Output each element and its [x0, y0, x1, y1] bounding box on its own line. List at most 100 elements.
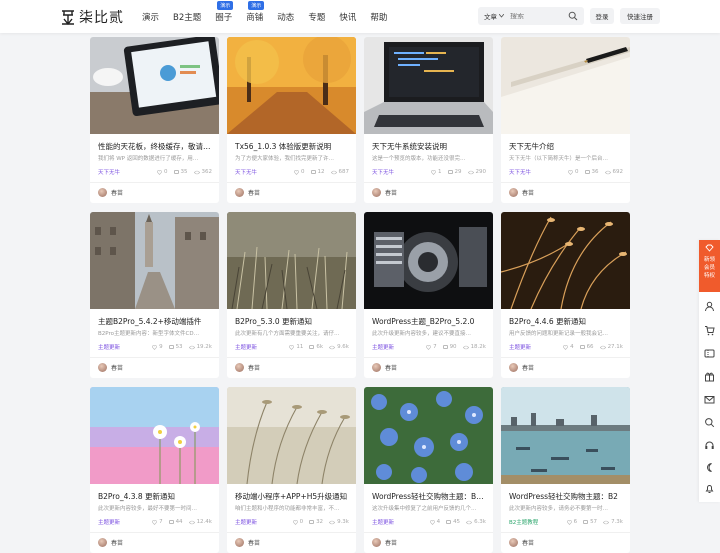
- post-title[interactable]: 天下无牛介绍: [509, 141, 623, 152]
- user-icon[interactable]: [704, 301, 715, 312]
- heart-icon: [294, 169, 299, 175]
- post-category[interactable]: 主题更新: [235, 518, 287, 526]
- post-author[interactable]: 春苗: [235, 188, 260, 197]
- post-card[interactable]: 性能的天花板，终极缓存，敬请期待！ 我们将 WP 返回的数据进行了缓存，用… 天…: [90, 37, 219, 203]
- nav-item-news-feed[interactable]: 动态: [277, 11, 294, 23]
- post-thumbnail[interactable]: [227, 387, 356, 484]
- post-thumbnail[interactable]: [90, 212, 219, 309]
- moon-icon[interactable]: [704, 462, 715, 473]
- post-card[interactable]: 主题B2Pro_5.4.2+移动端插件 B2Pro主题更新内容：新型字体文件CD…: [90, 212, 219, 378]
- eye-icon: [330, 170, 337, 174]
- post-thumbnail[interactable]: [501, 387, 630, 484]
- avatar[interactable]: [235, 188, 244, 197]
- post-author[interactable]: 春苗: [509, 363, 534, 372]
- post-card[interactable]: B2Pro_4.4.6 更新通知 用户反馈的问题和更新记录一般我会记… 主题更新…: [501, 212, 630, 378]
- mail-icon[interactable]: [704, 394, 715, 405]
- post-thumbnail[interactable]: [364, 387, 493, 484]
- nav-item-b2-theme[interactable]: B2主题: [173, 11, 201, 23]
- like-count-value: 0: [575, 169, 579, 175]
- post-category[interactable]: 天下无牛: [372, 168, 425, 176]
- post-card[interactable]: WordPress轻社交购物主题：B2Pro 这次升级集中修复了之前用户反馈的几…: [364, 387, 493, 553]
- post-title[interactable]: WordPress轻社交购物主题：B2: [509, 491, 623, 502]
- register-button[interactable]: 快速注册: [620, 8, 660, 24]
- search-type-select[interactable]: 文章: [478, 11, 510, 21]
- post-thumbnail[interactable]: [90, 37, 219, 134]
- post-thumbnail[interactable]: [90, 387, 219, 484]
- post-author[interactable]: 春苗: [509, 188, 534, 197]
- post-category[interactable]: B2主题教程: [509, 518, 561, 526]
- search-input[interactable]: [510, 12, 560, 20]
- login-button[interactable]: 登录: [590, 8, 614, 24]
- post-author[interactable]: 春苗: [372, 538, 397, 547]
- avatar[interactable]: [235, 538, 244, 547]
- nav-item-demo[interactable]: 演示: [142, 11, 159, 23]
- post-title[interactable]: B2Pro_5.3.0 更新通知: [235, 316, 349, 327]
- site-logo[interactable]: 柒比贰: [60, 7, 124, 27]
- headset-icon[interactable]: [704, 440, 715, 451]
- post-thumbnail[interactable]: [501, 212, 630, 309]
- post-title[interactable]: 性能的天花板，终极缓存，敬请期待！: [98, 141, 212, 152]
- post-author[interactable]: 春苗: [509, 538, 534, 547]
- avatar[interactable]: [509, 538, 518, 547]
- post-title[interactable]: Tx56_1.0.3 体验版更新说明: [235, 141, 349, 152]
- post-category[interactable]: 天下无牛: [98, 168, 151, 176]
- post-author[interactable]: 春苗: [98, 538, 123, 547]
- post-category[interactable]: 主题更新: [235, 343, 283, 351]
- avatar[interactable]: [372, 188, 381, 197]
- post-category[interactable]: 主题更新: [509, 343, 557, 351]
- avatar[interactable]: [235, 363, 244, 372]
- avatar[interactable]: [372, 538, 381, 547]
- post-thumbnail[interactable]: [364, 212, 493, 309]
- post-card[interactable]: 天下无牛系统安装说明 这是一个预览的版本，功能还没很完… 天下无牛 1 29 2…: [364, 37, 493, 203]
- nav-item-help[interactable]: 帮助: [370, 11, 387, 23]
- post-thumbnail[interactable]: [501, 37, 630, 134]
- vip-promo-button[interactable]: 新领会员特权: [699, 240, 720, 292]
- post-author[interactable]: 春苗: [98, 363, 123, 372]
- nav-item-circle[interactable]: 演示 圈子: [215, 0, 234, 23]
- avatar[interactable]: [98, 188, 107, 197]
- avatar[interactable]: [509, 363, 518, 372]
- post-thumbnail[interactable]: [364, 37, 493, 134]
- post-category[interactable]: 天下无牛: [235, 168, 288, 176]
- post-category[interactable]: 主题更新: [98, 518, 146, 526]
- gift-icon[interactable]: [704, 371, 715, 382]
- post-category[interactable]: 主题更新: [372, 343, 420, 351]
- post-author[interactable]: 春苗: [235, 363, 260, 372]
- search-icon[interactable]: [568, 11, 578, 21]
- post-card[interactable]: 天下无牛介绍 天下无牛（以下简称天牛）是一个后台… 天下无牛 0 36 692 …: [501, 37, 630, 203]
- logo-text: 柒比贰: [79, 10, 124, 26]
- post-author[interactable]: 春苗: [372, 188, 397, 197]
- post-card[interactable]: WordPress轻社交购物主题：B2 此次更新内容较多，请务必不要第一时… B…: [501, 387, 630, 553]
- post-card[interactable]: 移动端小程序+APP+H5升级通知 咱们主题和小程序的功能都非常丰富，不… 主题…: [227, 387, 356, 553]
- post-card[interactable]: B2Pro_5.3.0 更新通知 此次更新有几个方面需要重要关注，请仔… 主题更…: [227, 212, 356, 378]
- post-category[interactable]: 天下无牛: [509, 168, 562, 176]
- search-icon[interactable]: [704, 417, 715, 428]
- post-author[interactable]: 春苗: [235, 538, 260, 547]
- post-category[interactable]: 主题更新: [372, 518, 424, 526]
- nav-item-topics[interactable]: 专题: [308, 11, 325, 23]
- avatar[interactable]: [509, 188, 518, 197]
- post-thumbnail[interactable]: [227, 37, 356, 134]
- coupon-icon[interactable]: [704, 348, 715, 359]
- nav-item-shop[interactable]: 演示 商铺: [246, 0, 265, 23]
- post-thumbnail[interactable]: [227, 212, 356, 309]
- bell-icon[interactable]: [704, 483, 715, 494]
- post-card[interactable]: WordPress主题_B2Pro_5.2.0 此次升级更新内容较多，建议不要直…: [364, 212, 493, 378]
- avatar[interactable]: [98, 363, 107, 372]
- post-title[interactable]: B2Pro_4.3.8 更新通知: [98, 491, 212, 502]
- post-title[interactable]: 主题B2Pro_5.4.2+移动端插件: [98, 316, 212, 327]
- post-title[interactable]: WordPress主题_B2Pro_5.2.0: [372, 316, 486, 327]
- nav-item-flash[interactable]: 快讯: [339, 11, 356, 23]
- post-title[interactable]: 移动端小程序+APP+H5升级通知: [235, 491, 349, 502]
- post-title[interactable]: B2Pro_4.4.6 更新通知: [509, 316, 623, 327]
- avatar[interactable]: [98, 538, 107, 547]
- avatar[interactable]: [372, 363, 381, 372]
- post-category[interactable]: 主题更新: [98, 343, 146, 351]
- post-title[interactable]: 天下无牛系统安装说明: [372, 141, 486, 152]
- cart-icon[interactable]: [704, 325, 715, 336]
- post-card[interactable]: Tx56_1.0.3 体验版更新说明 为了方便大家体验，我们找完更新了许… 天下…: [227, 37, 356, 203]
- post-author[interactable]: 春苗: [98, 188, 123, 197]
- post-author[interactable]: 春苗: [372, 363, 397, 372]
- post-card[interactable]: B2Pro_4.3.8 更新通知 此次更新内容较多，最好不要第一时间… 主题更新…: [90, 387, 219, 553]
- post-title[interactable]: WordPress轻社交购物主题：B2Pro: [372, 491, 486, 502]
